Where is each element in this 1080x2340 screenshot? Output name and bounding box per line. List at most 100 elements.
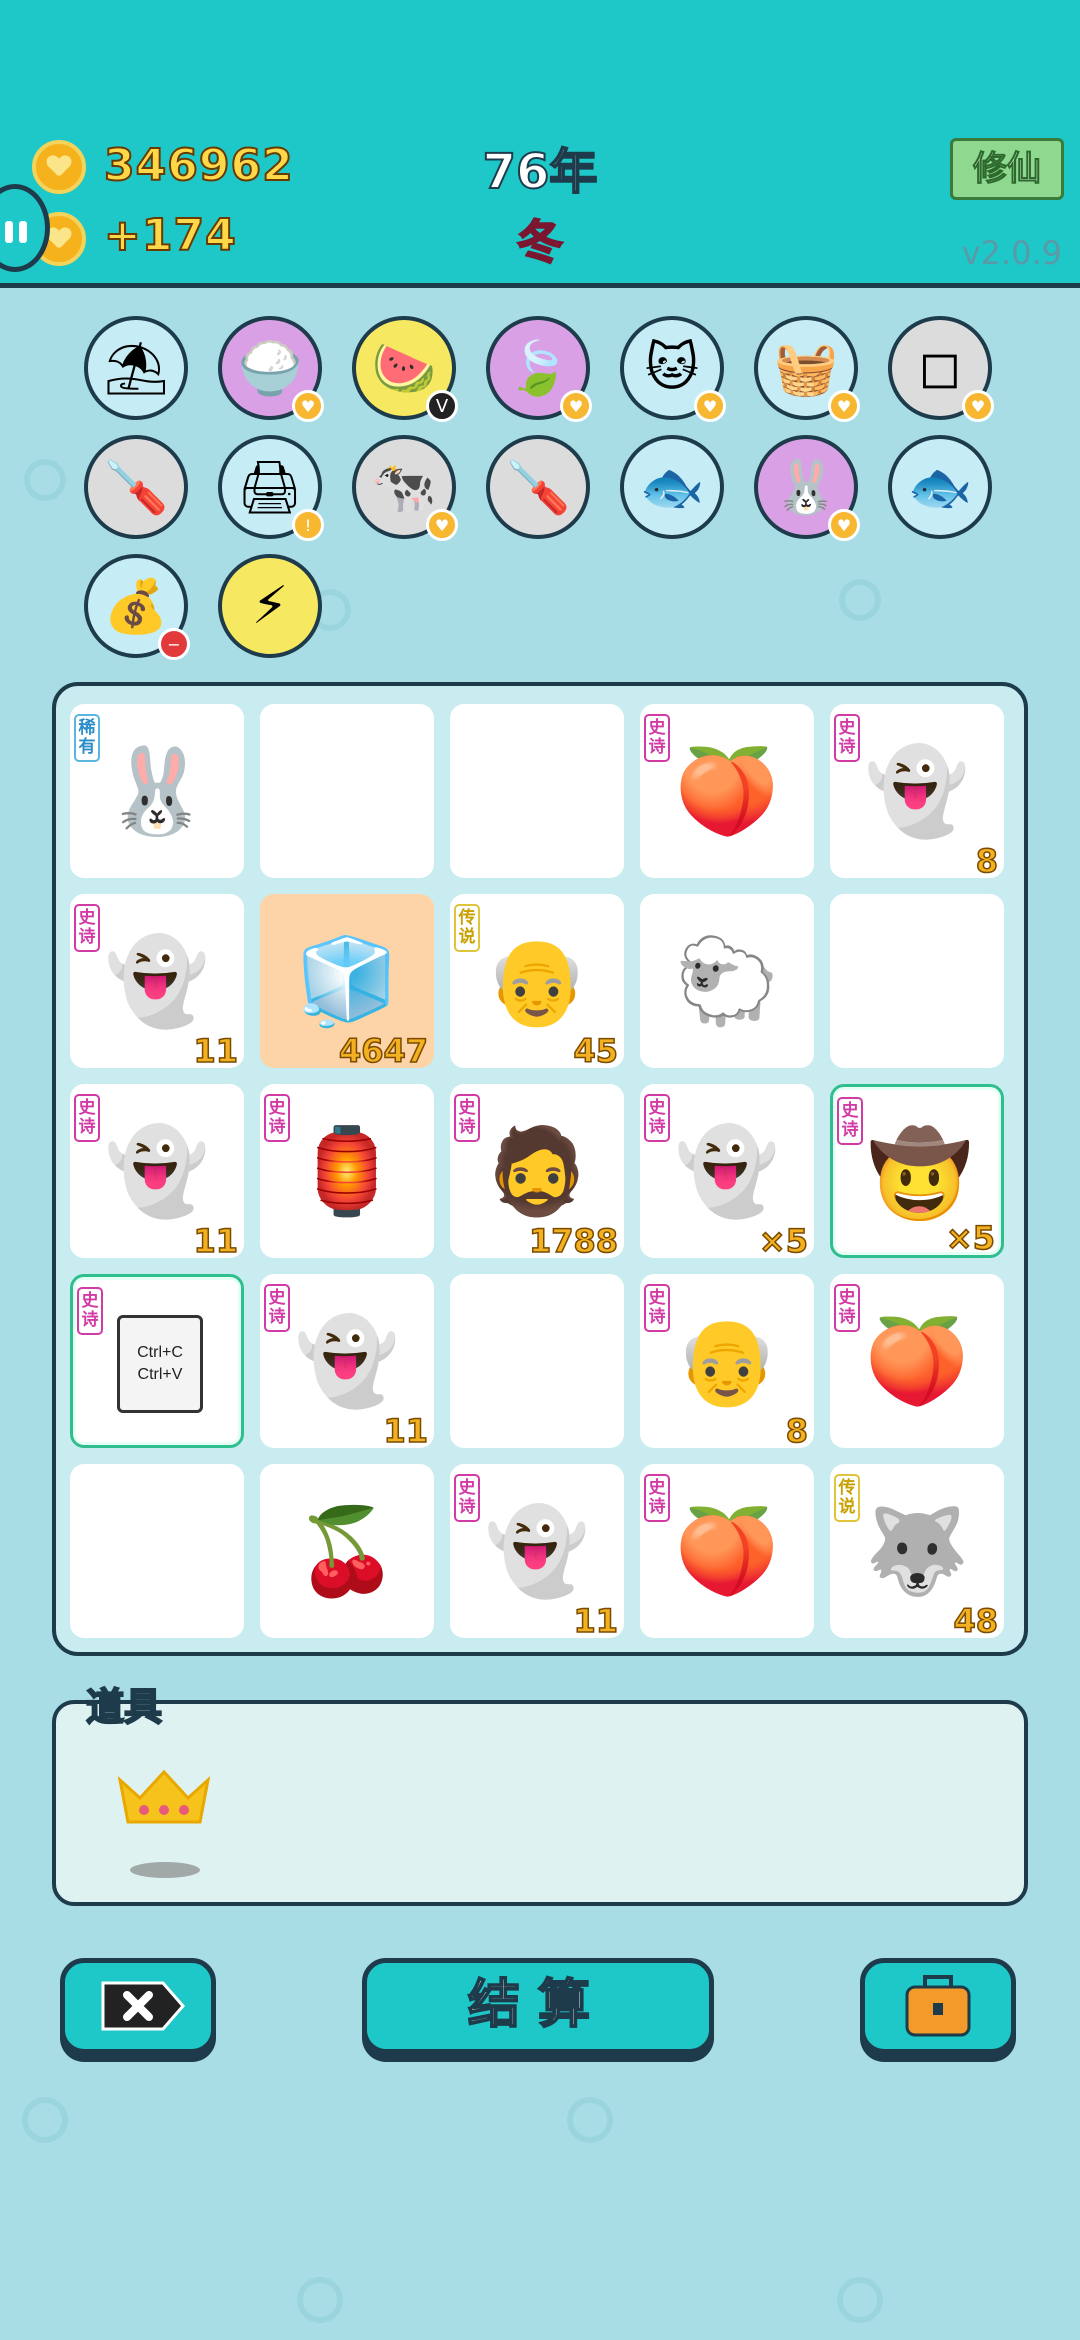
lightning-glyph: ⚡ [251,576,289,636]
board-cell[interactable]: 🧔 史诗 1788 [450,1084,624,1261]
screwdriver-glyph: 🪛 [505,457,571,518]
season-label: 冬 [516,214,564,270]
empty-cell[interactable] [450,704,624,878]
sugar-cubes-glyph: ◻ [918,338,962,398]
heart-badge: ♥ [426,509,458,541]
board-cell[interactable]: 👻 史诗 11 [70,1084,244,1261]
settle-button[interactable]: 结算 [362,1958,714,2054]
rice-bowl-glyph: 🍚 [237,338,303,399]
fruit-platter-icon[interactable]: 🍉 V [352,316,458,422]
rarity-tag: 史诗 [77,1287,103,1335]
board-cell[interactable]: Ctrl+C Ctrl+V 史诗 [70,1274,244,1448]
rarity-tag: 史诗 [644,1284,670,1332]
briefcase-button[interactable] [860,1958,1016,2054]
item-count: 11 [573,1601,619,1641]
board-cell[interactable]: 🏮 史诗 [260,1084,434,1258]
cat-icon[interactable]: 🐱 ♥ [620,316,726,422]
rarity-tag: 史诗 [837,1097,863,1145]
heart-badge: ♥ [292,390,324,422]
fish-bowl-glyph: 🐟 [639,457,705,518]
board-cell[interactable]: 👻 史诗 11 [450,1464,624,1641]
rarity-tag: 史诗 [644,1094,670,1142]
leaf-glyph: 🍃 [505,338,571,399]
game-board: 🐰 稀有 🍑 史诗 👻 史诗 8 👻 史诗 11 🧊 4647 👴 传说 45 🐑 👻 史诗 11 🏮 史诗 🧔 史诗 178… [52,682,1028,1656]
cows-icon[interactable]: 🐄 ♥ [352,435,458,541]
skirt-glyph: ⛱ [102,338,169,399]
sugar-cubes-icon[interactable]: ◻ ♥ [888,316,994,422]
fruit-platter-glyph: 🍉 [371,338,437,399]
heart-badge: ♥ [694,390,726,422]
rice-bowl-icon[interactable]: 🍚 ♥ [218,316,324,422]
rarity-tag: 传说 [834,1474,860,1522]
fish-bowl-icon[interactable]: 🐟 [888,435,992,539]
fish-bowl-icon[interactable]: 🐟 [620,435,724,539]
money-bag-glyph: 💰 [103,576,169,637]
screwdriver-icon[interactable]: 🪛 [486,435,590,539]
printer-icon[interactable]: 🖨! [218,435,324,541]
board-cell[interactable]: 👴 史诗 8 [640,1274,814,1451]
item-count: 11 [383,1411,429,1451]
rarity-tag: 史诗 [264,1094,290,1142]
rarity-tag: 史诗 [74,904,100,952]
board-cell[interactable]: 🍒 [260,1464,434,1638]
item-count: 45 [573,1031,619,1071]
warning-badge: ! [292,509,324,541]
version-label: v2.0.9 [961,234,1062,272]
rarity-tag: 稀有 [74,714,100,762]
item-count: 11 [193,1221,239,1261]
printer-glyph: 🖨 [236,457,303,518]
item-count: 8 [975,841,999,881]
empty-cell[interactable] [260,704,434,878]
rarity-tag: 史诗 [644,714,670,762]
rarity-tag: 史诗 [454,1474,480,1522]
board-cell[interactable]: 🍑 史诗 [640,1464,814,1638]
rarity-tag: 史诗 [644,1474,670,1522]
item-count: 48 [953,1601,999,1641]
rarity-tag: 史诗 [834,1284,860,1332]
skirt-icon[interactable]: ⛱ [84,316,188,420]
rabbit-glyph: 🐰 [773,457,839,518]
heart-badge: ♥ [828,509,860,541]
board-cell[interactable]: 👻 史诗 11 [260,1274,434,1451]
briefcase-icon [905,1975,971,2037]
lightning-icon[interactable]: ⚡ [218,554,322,658]
cultivate-button[interactable]: 修仙 [950,138,1064,200]
cherry-icon: 🍒 [294,1501,400,1600]
board-cell[interactable]: 👻 史诗 11 [70,894,244,1071]
rarity-tag: 史诗 [74,1094,100,1142]
rarity-tag: 史诗 [454,1094,480,1142]
board-cell[interactable]: 🐑 [640,894,814,1068]
heart-badge: ♥ [962,390,994,422]
rarity-tag: 史诗 [834,714,860,762]
board-cell[interactable]: 🧊 4647 [260,894,434,1071]
leaf-icon[interactable]: 🍃 ♥ [486,316,592,422]
vip-badge: V [426,390,458,422]
fruit-basket-icon[interactable]: 🧺 ♥ [754,316,860,422]
empty-cell[interactable] [450,1274,624,1448]
fish-bowl-glyph: 🐟 [907,457,973,518]
top-bar: 346962 +174 76年 冬 修仙 v2.0.9 [0,0,1080,288]
board-cell[interactable]: 🤠 史诗 ×5 [830,1084,1004,1258]
items-title: 道具 [85,1684,163,1730]
item-count: 8 [785,1411,809,1451]
cows-glyph: 🐄 [371,457,437,518]
board-cell[interactable]: 👻 史诗 ×5 [640,1084,814,1261]
board-cell[interactable]: 👴 传说 45 [450,894,624,1071]
crown-icon[interactable] [112,1762,216,1832]
board-cell[interactable]: 🐺 传说 48 [830,1464,1004,1641]
rabbit-icon[interactable]: 🐰 ♥ [754,435,860,541]
board-cell[interactable]: 🐰 稀有 [70,704,244,878]
screwdriver-icon[interactable]: 🪛 [84,435,188,539]
screwdriver-glyph: 🪛 [103,457,169,518]
empty-cell[interactable] [70,1464,244,1638]
board-cell[interactable]: 🍑 史诗 [830,1274,1004,1448]
heart-badge: ♥ [560,390,592,422]
fruit-basket-glyph: 🧺 [773,338,839,399]
sheep-icon: 🐑 [674,931,780,1030]
close-button[interactable] [60,1958,216,2054]
money-bag-icon[interactable]: 💰 − [84,554,190,660]
board-cell[interactable]: 🍑 史诗 [640,704,814,878]
board-cell[interactable]: 👻 史诗 8 [830,704,1004,881]
empty-cell[interactable] [830,894,1004,1068]
item-count: 11 [193,1031,239,1071]
